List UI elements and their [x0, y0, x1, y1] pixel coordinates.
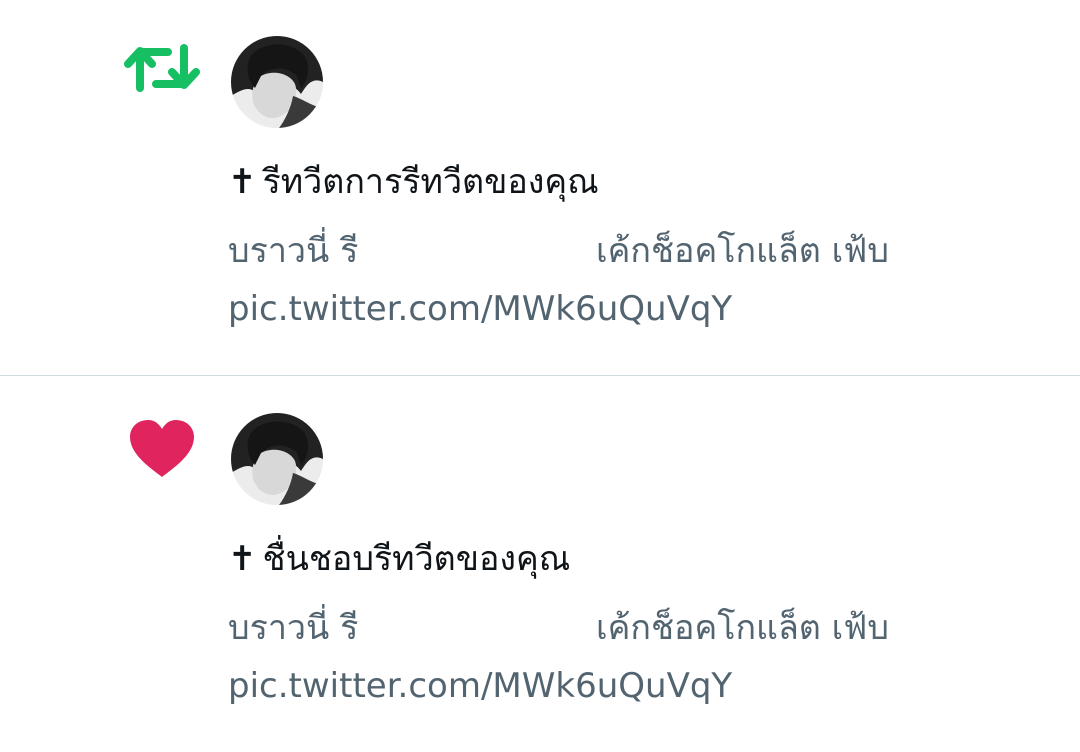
tweet-text: เค้กช็อคโกแล็ต เฟ้บ	[596, 231, 889, 271]
notification-retweet[interactable]: ✝ รีทวีตการรีทวีตของคุณ บราวนี่ รี เค้กช็อ…	[0, 0, 1080, 376]
retweet-icon	[124, 38, 200, 98]
preview-line: บราวนี่ รี เค้กช็อคโกแล็ต เฟ้บ	[228, 222, 988, 280]
heart-icon	[128, 419, 196, 479]
cross-symbol: ✝	[228, 539, 257, 579]
notification-headline: ✝ ชื่นชอบรีทวีตของคุณ	[228, 533, 570, 585]
cross-symbol: ✝	[228, 162, 257, 202]
tweet-author-name: บราวนี่ รี	[228, 231, 359, 271]
divider	[0, 375, 1080, 376]
preview-line: บราวนี่ รี เค้กช็อคโกแล็ต เฟ้บ	[228, 599, 988, 657]
tweet-link[interactable]: pic.twitter.com/MWk6uQuVqY	[228, 657, 988, 715]
tweet-preview[interactable]: บราวนี่ รี เค้กช็อคโกแล็ต เฟ้บ pic.twitte…	[228, 599, 988, 715]
tweet-author-name: บราวนี่ รี	[228, 608, 359, 648]
tweet-link[interactable]: pic.twitter.com/MWk6uQuVqY	[228, 280, 988, 338]
notification-like[interactable]: ✝ ชื่นชอบรีทวีตของคุณ บราวนี่ รี เค้กช็อคโ…	[0, 377, 1080, 752]
tweet-preview[interactable]: บราวนี่ รี เค้กช็อคโกแล็ต เฟ้บ pic.twitte…	[228, 222, 988, 338]
headline-text: ชื่นชอบรีทวีตของคุณ	[262, 539, 571, 579]
notification-headline: ✝ รีทวีตการรีทวีตของคุณ	[228, 156, 599, 208]
avatar[interactable]	[231, 413, 323, 505]
tweet-text: เค้กช็อคโกแล็ต เฟ้บ	[596, 608, 889, 648]
avatar[interactable]	[231, 36, 323, 128]
headline-text: รีทวีตการรีทวีตของคุณ	[262, 162, 599, 202]
